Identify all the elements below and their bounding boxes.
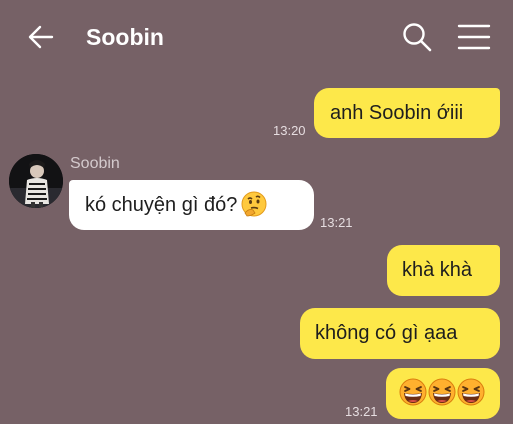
chat-header: Soobin (0, 0, 513, 72)
avatar-photo (9, 154, 63, 208)
grinning-squinting-face-icon (457, 378, 485, 406)
back-arrow-icon[interactable] (26, 22, 56, 52)
outgoing-message-bubble[interactable]: anh Soobin ớiii (314, 88, 500, 138)
message-timestamp: 13:21 (320, 215, 353, 230)
grinning-squinting-face-icon (428, 378, 456, 406)
incoming-message-bubble[interactable]: kó chuyện gì đó? (69, 180, 314, 230)
message-text: anh Soobin ớiii (330, 102, 464, 124)
message-timestamp: 13:20 (273, 123, 306, 138)
message-text: không có gì ạaa (315, 322, 458, 344)
search-icon[interactable] (401, 21, 433, 53)
grinning-squinting-face-icon (399, 378, 427, 406)
hamburger-menu-icon[interactable] (457, 21, 491, 53)
message-text: khà khà (402, 259, 473, 281)
contact-avatar[interactable] (9, 154, 63, 208)
outgoing-emoji-bubble[interactable] (386, 368, 500, 419)
thinking-face-icon (241, 191, 267, 217)
outgoing-message-bubble[interactable]: khà khà (387, 245, 500, 296)
message-text: kó chuyện gì đó? (85, 194, 238, 216)
chat-title[interactable]: Soobin (86, 23, 164, 51)
outgoing-message-bubble[interactable]: không có gì ạaa (300, 308, 500, 359)
message-timestamp: 13:21 (345, 404, 378, 419)
sender-name: Soobin (70, 155, 120, 172)
